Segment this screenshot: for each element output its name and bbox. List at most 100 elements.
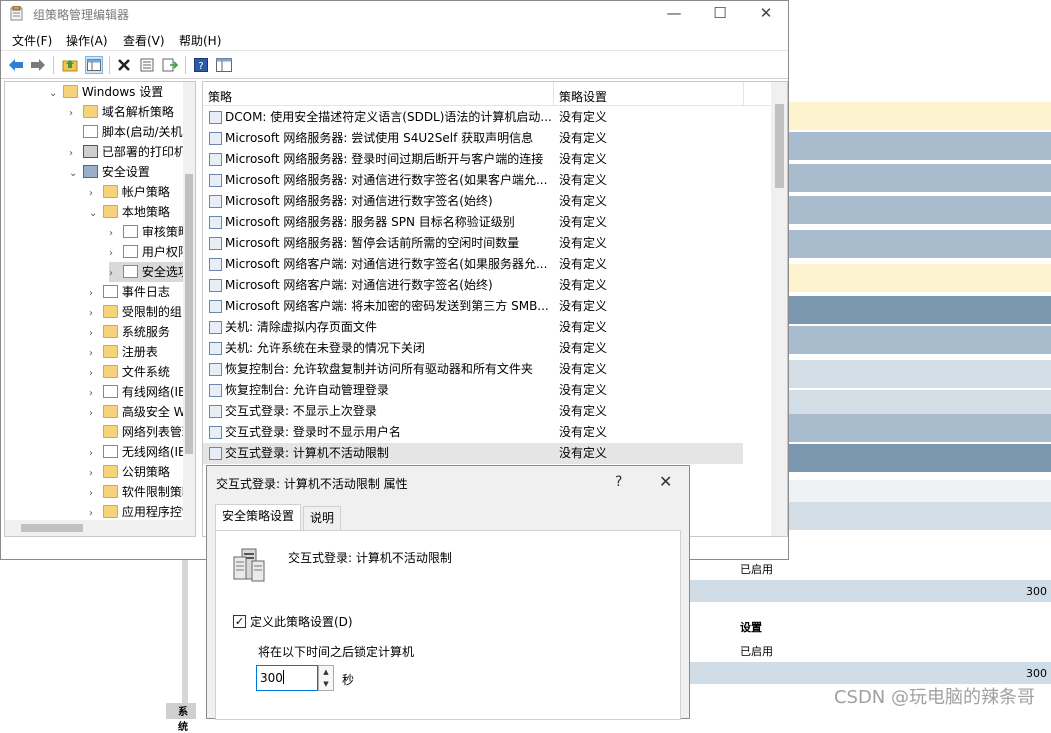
tab-explain[interactable]: 说明 — [303, 506, 342, 530]
dialog-close-button[interactable]: ✕ — [659, 472, 672, 491]
tree-item-security-settings[interactable]: ⌄ 安全设置 — [69, 162, 150, 182]
tree-item-registry[interactable]: › 注册表 — [89, 342, 158, 362]
help-button[interactable]: ? — [615, 474, 622, 490]
column-divider[interactable] — [553, 82, 554, 106]
table-row[interactable]: 恢复控制台: 允许自动管理登录 没有定义 — [203, 380, 743, 401]
tree-item-label: 帐户策略 — [121, 185, 170, 199]
table-row[interactable]: DCOM: 使用安全描述符定义语言(SDDL)语法的计算机启动... 没有定义 — [203, 107, 743, 128]
menu-action[interactable]: 操作(A) — [66, 32, 108, 49]
tree-item-security-options[interactable]: › 安全选项 — [109, 262, 190, 284]
tab-security-policy[interactable]: 安全策略设置 — [215, 504, 302, 530]
forward-arrow-icon[interactable] — [29, 56, 47, 74]
tree-item-dns-policy[interactable]: › 域名解析策略 — [69, 102, 174, 122]
chevron-down-icon[interactable]: ⌄ — [49, 84, 59, 104]
list-vertical-scrollbar[interactable] — [771, 82, 787, 536]
chevron-right-icon[interactable]: › — [89, 484, 99, 504]
minimize-button[interactable]: — — [651, 1, 697, 27]
scroll-thumb[interactable] — [775, 104, 784, 188]
column-header-policy[interactable]: 策略 — [208, 88, 232, 105]
title-bar[interactable]: 组策略管理编辑器 — ☐ ✕ — [1, 1, 788, 27]
tree-item-restricted-groups[interactable]: › 受限制的组 — [89, 302, 182, 322]
table-row[interactable]: Microsoft 网络服务器: 对通信进行数字签名(始终) 没有定义 — [203, 191, 743, 212]
chevron-down-icon[interactable]: ⌄ — [89, 204, 99, 224]
chevron-right-icon[interactable]: › — [109, 224, 119, 244]
menu-file[interactable]: 文件(F) — [12, 32, 52, 49]
table-row[interactable]: 关机: 允许系统在未登录的情况下关闭 没有定义 — [203, 338, 743, 359]
delete-icon[interactable] — [115, 56, 133, 74]
tree-item-audit-policy[interactable]: › 审核策略 — [109, 222, 190, 242]
column-divider[interactable] — [743, 82, 744, 106]
table-row[interactable]: Microsoft 网络服务器: 对通信进行数字签名(如果客户端允... 没有定义 — [203, 170, 743, 191]
table-row[interactable]: Microsoft 网络服务器: 登录时间过期后断开与客户端的连接 没有定义 — [203, 149, 743, 170]
spin-up-button[interactable]: ▲ — [319, 666, 333, 678]
column-header-setting[interactable]: 策略设置 — [559, 88, 607, 105]
properties-icon[interactable] — [138, 56, 156, 74]
tree-item-software-restriction[interactable]: › 软件限制策略 — [89, 482, 194, 502]
scroll-thumb[interactable] — [185, 174, 193, 454]
chevron-right-icon[interactable]: › — [89, 384, 99, 404]
chevron-right-icon[interactable]: › — [89, 344, 99, 364]
scroll-thumb[interactable] — [21, 524, 83, 532]
chevron-right-icon[interactable]: › — [89, 444, 99, 464]
list-header: 策略 策略设置 — [203, 82, 773, 106]
tree-item-account-policy[interactable]: › 帐户策略 — [89, 182, 170, 202]
tree-vertical-scrollbar[interactable] — [183, 82, 195, 520]
tree-item-windows-settings[interactable]: ⌄ Windows 设置 — [49, 82, 163, 102]
back-arrow-icon[interactable] — [7, 56, 25, 74]
menu-help[interactable]: 帮助(H) — [179, 32, 221, 49]
table-row[interactable]: Microsoft 网络客户端: 将未加密的密码发送到第三方 SMB... 没有定… — [203, 296, 743, 317]
table-row[interactable]: 交互式登录: 计算机不活动限制 没有定义 — [203, 443, 743, 464]
chevron-right-icon[interactable]: › — [89, 364, 99, 384]
export-icon[interactable] — [161, 56, 179, 74]
chevron-right-icon[interactable]: › — [89, 324, 99, 344]
table-row[interactable]: Microsoft 网络客户端: 对通信进行数字签名(如果服务器允... 没有定义 — [203, 254, 743, 275]
table-row[interactable]: Microsoft 网络服务器: 服务器 SPN 目标名称验证级别 没有定义 — [203, 212, 743, 233]
folder-icon — [102, 185, 118, 198]
table-row[interactable]: Microsoft 网络服务器: 暂停会话前所需的空闲时间数量 没有定义 — [203, 233, 743, 254]
timeout-stepper[interactable]: ▲ ▼ — [318, 665, 334, 691]
background-row — [788, 502, 1051, 530]
table-row[interactable]: Microsoft 网络服务器: 尝试使用 S4U2Self 获取声明信息 没有定… — [203, 128, 743, 149]
tree-horizontal-scrollbar[interactable] — [5, 520, 195, 536]
maximize-button[interactable]: ☐ — [697, 1, 743, 27]
show-hide-tree-icon[interactable] — [85, 56, 103, 74]
chevron-right-icon[interactable]: › — [89, 464, 99, 484]
help-icon[interactable]: ? — [192, 56, 210, 74]
tree-item-wired-network[interactable]: › 有线网络(IEEE 802.3)策略 — [89, 382, 195, 404]
tree-item-system-services[interactable]: › 系统服务 — [89, 322, 170, 342]
spin-down-button[interactable]: ▼ — [319, 678, 333, 690]
chevron-right-icon[interactable]: › — [89, 284, 99, 304]
tree-item-network-list[interactable]: 网络列表管理器策略 — [89, 422, 195, 442]
chevron-right-icon[interactable]: › — [89, 184, 99, 204]
tree-pane[interactable]: ⌄ Windows 设置 › 域名解析策略 脚本(启动/关机) › 已部署的打印… — [4, 81, 196, 537]
chevron-down-icon[interactable]: ⌄ — [69, 164, 79, 184]
menu-view[interactable]: 查看(V) — [123, 32, 165, 49]
table-row[interactable]: 关机: 清除虚拟内存页面文件 没有定义 — [203, 317, 743, 338]
tree-item-wireless-network[interactable]: › 无线网络(IEEE 802.11)策略 — [89, 442, 195, 464]
chevron-right-icon[interactable]: › — [89, 404, 99, 424]
table-row[interactable]: Microsoft 网络客户端: 对通信进行数字签名(始终) 没有定义 — [203, 275, 743, 296]
tree-item-app-control[interactable]: › 应用程序控制策略 — [89, 502, 195, 522]
policy-setting-cell: 没有定义 — [559, 152, 608, 166]
tree-item-local-policy[interactable]: ⌄ 本地策略 — [89, 202, 170, 222]
timeout-input[interactable]: 300 — [256, 665, 318, 691]
table-row[interactable]: 交互式登录: 不显示上次登录 没有定义 — [203, 401, 743, 422]
tree-item-advanced-firewall[interactable]: › 高级安全 Windows — [89, 402, 195, 424]
table-row[interactable]: 交互式登录: 登录时不显示用户名 没有定义 — [203, 422, 743, 443]
up-folder-icon[interactable] — [61, 56, 79, 74]
define-policy-checkbox[interactable]: ✓ — [233, 615, 246, 628]
tree-item-event-log[interactable]: › 事件日志 — [89, 282, 170, 302]
table-row[interactable]: 恢复控制台: 允许软盘复制并访问所有驱动器和所有文件夹 没有定义 — [203, 359, 743, 380]
close-button[interactable]: ✕ — [743, 1, 789, 27]
define-policy-label[interactable]: 定义此策略设置(D) — [250, 613, 353, 630]
tree-item-file-system[interactable]: › 文件系统 — [89, 362, 170, 382]
tree-item-printers[interactable]: › 已部署的打印机 — [69, 142, 186, 162]
chevron-right-icon[interactable]: › — [109, 244, 119, 264]
tree-item-public-key[interactable]: › 公钥策略 — [89, 462, 170, 482]
chevron-right-icon[interactable]: › — [89, 304, 99, 324]
tree-item-scripts[interactable]: 脚本(启动/关机) — [69, 122, 187, 142]
chevron-right-icon[interactable]: › — [69, 104, 79, 124]
chevron-right-icon[interactable]: › — [69, 144, 79, 164]
view-icon[interactable] — [215, 56, 233, 74]
chevron-right-icon[interactable]: › — [109, 264, 119, 284]
